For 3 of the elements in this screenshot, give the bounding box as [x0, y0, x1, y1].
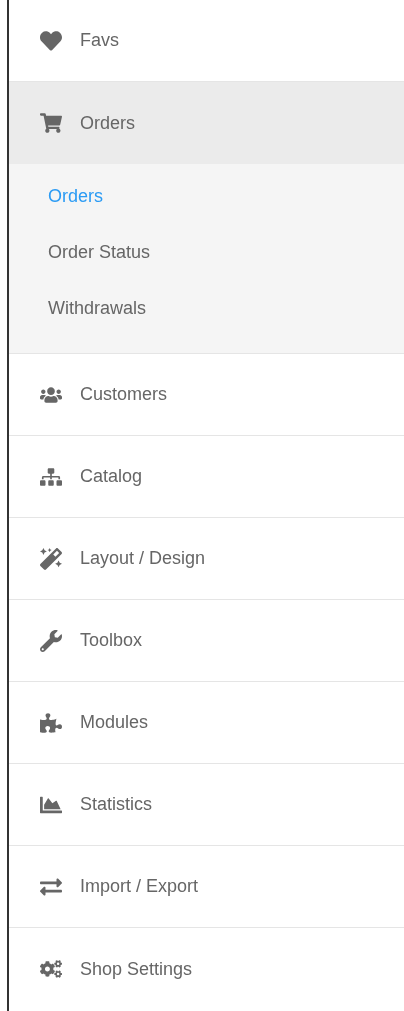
submenu-item[interactable]: Withdrawals: [9, 280, 404, 336]
submenu-item[interactable]: Order Status: [9, 224, 404, 280]
menu-item[interactable]: Orders: [9, 82, 404, 164]
